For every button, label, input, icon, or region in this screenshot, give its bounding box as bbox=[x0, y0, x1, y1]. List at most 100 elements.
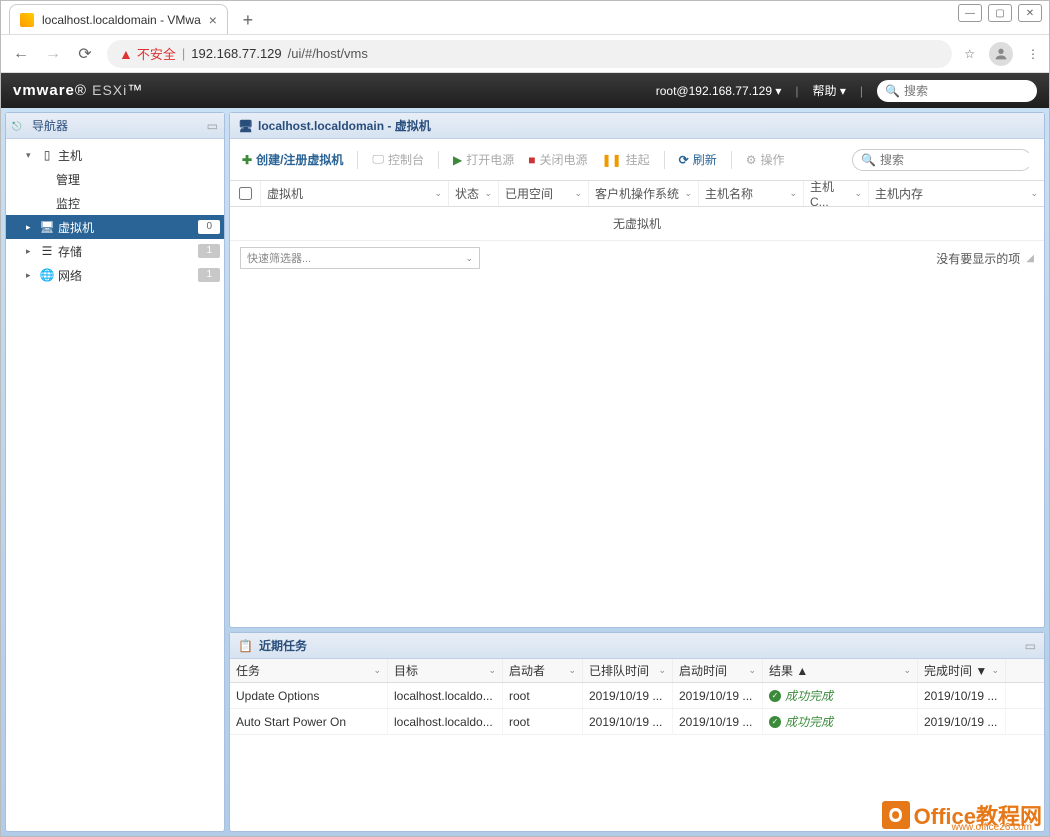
panel-collapse-icon[interactable]: ▭ bbox=[1025, 639, 1036, 653]
vm-panel-icon: 🖥 bbox=[238, 119, 252, 133]
profile-avatar-icon[interactable] bbox=[989, 42, 1013, 66]
col-status[interactable]: 状态⌄ bbox=[448, 181, 498, 206]
watermark-sub: www.office26.com bbox=[952, 822, 1032, 833]
menu-dots-icon[interactable]: ⋮ bbox=[1027, 47, 1039, 61]
gear-icon: ⚙ bbox=[746, 153, 757, 167]
panel-collapse-icon[interactable]: ▭ bbox=[207, 119, 218, 133]
nav-network-badge: 1 bbox=[198, 268, 220, 282]
vm-panel-title: localhost.localdomain - 虚拟机 bbox=[258, 117, 431, 134]
bookmark-star-icon[interactable]: ☆ bbox=[964, 47, 975, 61]
nav-storage[interactable]: ▸ ☰ 存储 1 bbox=[6, 239, 224, 263]
network-icon: 🌐 bbox=[40, 268, 54, 282]
expand-toggle-icon[interactable]: ▸ bbox=[26, 270, 36, 281]
chevron-down-icon: ⌄ bbox=[465, 253, 473, 264]
expand-toggle-icon[interactable]: ▸ bbox=[26, 222, 36, 233]
col-start[interactable]: 启动时间⌄ bbox=[673, 659, 763, 682]
url-input[interactable]: ▲ 不安全 | 192.168.77.129/ui/#/host/vms bbox=[107, 40, 952, 68]
col-target[interactable]: 目标⌄ bbox=[388, 659, 503, 682]
search-icon: 🔍 bbox=[885, 84, 900, 98]
vm-empty-text: 无虚拟机 bbox=[230, 207, 1044, 240]
col-host-name[interactable]: 主机名称⌄ bbox=[698, 181, 803, 206]
warning-triangle-icon: ▲ bbox=[119, 46, 133, 62]
url-path: /ui/#/host/vms bbox=[288, 46, 368, 61]
browser-tabbar: localhost.localdomain - VMwa × + bbox=[1, 1, 1049, 35]
col-host-mem[interactable]: 主机内存⌄ bbox=[868, 181, 1044, 206]
select-all-checkbox[interactable] bbox=[239, 187, 252, 200]
window-close-icon[interactable]: ✕ bbox=[1018, 4, 1042, 22]
col-queued[interactable]: 已排队时间⌄ bbox=[583, 659, 673, 682]
nav-monitor-label: 监控 bbox=[56, 195, 80, 212]
navigator-panel: ⎋ 导航器 ▭ ▾ ▯ 主机 管理 监控 ▸ 🖥 虚 bbox=[5, 112, 225, 832]
browser-tab[interactable]: localhost.localdomain - VMwa × bbox=[9, 4, 228, 34]
col-result[interactable]: 结果 ▲⌄ bbox=[763, 659, 918, 682]
console-icon: 🖵 bbox=[372, 152, 384, 167]
col-vm[interactable]: 虚拟机⌄ bbox=[260, 181, 448, 206]
navigator-header: ⎋ 导航器 ▭ bbox=[6, 113, 224, 139]
pause-icon: ❚❚ bbox=[602, 153, 622, 167]
window-minimize-icon[interactable]: — bbox=[958, 4, 982, 22]
host-icon: ▯ bbox=[40, 148, 54, 162]
col-task[interactable]: 任务⌄ bbox=[230, 659, 388, 682]
warning-text: 不安全 bbox=[137, 44, 176, 63]
tasks-header: 📋 近期任务 ▭ bbox=[230, 633, 1044, 659]
tasks-grid-header: 任务⌄ 目标⌄ 启动者⌄ 已排队时间⌄ 启动时间⌄ 结果 ▲⌄ 完成时间 ▼⌄ bbox=[230, 659, 1044, 683]
actions-label: 操作 bbox=[760, 151, 784, 168]
window-maximize-icon[interactable]: ▢ bbox=[988, 4, 1012, 22]
refresh-icon: ⟳ bbox=[679, 153, 689, 167]
vm-toolbar: ✚ 创建/注册虚拟机 🖵 控制台 ▶ 打开电源 ■ 关 bbox=[230, 139, 1044, 181]
actions-button: ⚙ 操作 bbox=[746, 151, 785, 168]
col-done[interactable]: 完成时间 ▼⌄ bbox=[918, 659, 1006, 682]
console-label: 控制台 bbox=[388, 151, 424, 168]
no-items-text: 没有要显示的项 bbox=[936, 250, 1020, 267]
url-host: 192.168.77.129 bbox=[191, 46, 281, 61]
nav-vms-label: 虚拟机 bbox=[58, 219, 94, 236]
nav-vms-badge: 0 bbox=[198, 220, 220, 234]
power-on-button: ▶ 打开电源 bbox=[453, 151, 514, 168]
new-tab-button[interactable]: + bbox=[234, 6, 262, 34]
security-warning[interactable]: ▲ 不安全 bbox=[119, 44, 176, 63]
nav-host[interactable]: ▾ ▯ 主机 bbox=[6, 143, 224, 167]
col-host-cpu[interactable]: 主机 C...⌄ bbox=[803, 181, 868, 206]
tab-favicon-icon bbox=[20, 13, 34, 27]
header-search[interactable]: 🔍 ▼ bbox=[877, 80, 1037, 102]
header-help-menu[interactable]: 帮助 ▾ bbox=[813, 82, 846, 99]
url-separator: | bbox=[182, 46, 185, 61]
nav-network[interactable]: ▸ 🌐 网络 1 bbox=[6, 263, 224, 287]
refresh-label: 刷新 bbox=[693, 151, 717, 168]
create-label: 创建/注册虚拟机 bbox=[256, 151, 343, 168]
create-icon: ✚ bbox=[242, 153, 252, 167]
refresh-button[interactable]: ⟳ 刷新 bbox=[679, 151, 717, 168]
header-search-input[interactable] bbox=[904, 84, 1050, 98]
nav-host-monitor[interactable]: 监控 bbox=[6, 191, 224, 215]
success-check-icon: ✓ bbox=[769, 716, 781, 728]
nav-host-manage[interactable]: 管理 bbox=[6, 167, 224, 191]
browser-addressbar: ← → ⟳ ▲ 不安全 | 192.168.77.129/ui/#/host/v… bbox=[1, 35, 1049, 73]
vm-panel-header: 🖥 localhost.localdomain - 虚拟机 bbox=[230, 113, 1044, 139]
vm-grid-body: 无虚拟机 快速筛选器... ⌄ 没有要显示的项 ◢ bbox=[230, 207, 1044, 627]
esxi-header: vmware® ESXi™ root@192.168.77.129 ▾ | 帮助… bbox=[1, 73, 1049, 108]
storage-icon: ☰ bbox=[40, 244, 54, 258]
stop-icon: ■ bbox=[528, 153, 535, 167]
nav-vms[interactable]: ▸ 🖥 虚拟机 0 bbox=[6, 215, 224, 239]
col-guest-os[interactable]: 客户机操作系统⌄ bbox=[588, 181, 698, 206]
expand-toggle-icon[interactable]: ▾ bbox=[26, 150, 36, 161]
vm-search[interactable]: 🔍 bbox=[852, 149, 1032, 171]
reload-icon[interactable]: ⟳ bbox=[75, 44, 95, 64]
resize-grip-icon[interactable]: ◢ bbox=[1026, 253, 1034, 264]
expand-toggle-icon[interactable]: ▸ bbox=[26, 246, 36, 257]
col-used-space[interactable]: 已用空间⌄ bbox=[498, 181, 588, 206]
header-user-menu[interactable]: root@192.168.77.129 ▾ bbox=[656, 84, 782, 98]
tasks-title: 近期任务 bbox=[259, 637, 307, 654]
vm-icon: 🖥 bbox=[40, 220, 54, 234]
success-check-icon: ✓ bbox=[769, 690, 781, 702]
task-row[interactable]: Update Optionslocalhost.localdo...root20… bbox=[230, 683, 1044, 709]
watermark: O Office教程网 www.office26.com bbox=[882, 799, 1042, 831]
quick-filter-dropdown[interactable]: 快速筛选器... ⌄ bbox=[240, 247, 480, 269]
create-vm-button[interactable]: ✚ 创建/注册虚拟机 bbox=[242, 151, 343, 168]
col-initiator[interactable]: 启动者⌄ bbox=[503, 659, 583, 682]
vm-search-input[interactable] bbox=[880, 153, 1035, 167]
nav-host-label: 主机 bbox=[58, 147, 82, 164]
tab-close-icon[interactable]: × bbox=[209, 12, 217, 28]
task-row[interactable]: Auto Start Power Onlocalhost.localdo...r… bbox=[230, 709, 1044, 735]
back-icon[interactable]: ← bbox=[11, 44, 31, 64]
